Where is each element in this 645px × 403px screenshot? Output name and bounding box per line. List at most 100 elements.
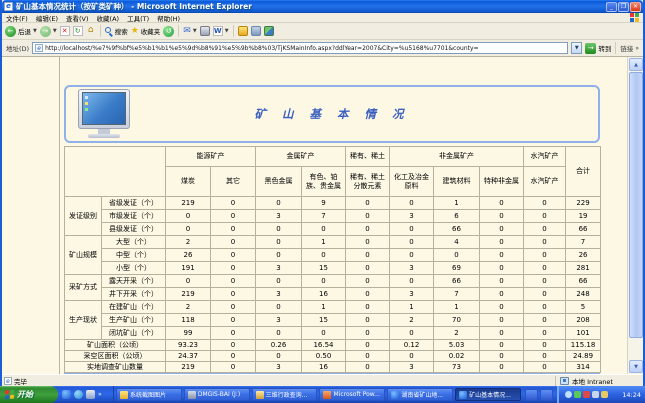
data-cell: 26: [566, 249, 601, 262]
data-cell: 0.50: [302, 351, 346, 362]
data-cell: 6: [434, 210, 480, 223]
address-dropdown-icon[interactable]: ▼: [571, 42, 582, 54]
quick-launch: »: [58, 386, 114, 403]
menu-favorites[interactable]: 收藏(A): [97, 13, 120, 23]
table-row: 实地调查矿山数量2190316037300314: [65, 362, 601, 373]
data-cell: 0: [480, 197, 524, 210]
data-cell: 3: [390, 262, 434, 275]
toolbar-separator: [178, 25, 179, 37]
browser-window: e 矿山基本情况统计（按矿类矿种） - Microsoft Internet E…: [0, 0, 645, 386]
data-cell: 0.12: [390, 340, 434, 351]
menu-tools[interactable]: 工具(T): [127, 13, 149, 23]
home-button[interactable]: ⌂: [86, 26, 96, 36]
mail-button[interactable]: ✉ ▼: [183, 26, 196, 36]
vertical-scrollbar[interactable]: ▲ ▼: [627, 57, 643, 374]
data-cell: 2: [390, 314, 434, 327]
table-row: 中型（个）260000000026: [65, 249, 601, 262]
task-button-3d-query[interactable]: 三维行政查询...: [252, 388, 318, 401]
data-cell: 3: [390, 288, 434, 301]
favorites-button[interactable]: ★ 收藏夹: [131, 26, 161, 36]
quicklaunch-desktop-icon[interactable]: [86, 390, 95, 399]
col-group-header: 能源矿产: [166, 147, 256, 167]
screen: e 矿山基本情况统计（按矿类矿种） - Microsoft Internet E…: [0, 0, 645, 403]
research-button[interactable]: [251, 26, 261, 36]
data-cell: 219: [166, 288, 211, 301]
row-label: 实地调查矿山数量: [65, 362, 166, 373]
data-cell: 191: [166, 262, 211, 275]
print-icon: [200, 26, 210, 36]
tray-volume-icon[interactable]: [601, 391, 608, 398]
data-cell: 1: [302, 301, 346, 314]
data-cell: 0: [166, 275, 211, 288]
data-cell: 2: [166, 301, 211, 314]
data-cell: 229: [566, 197, 601, 210]
col-group-header: 稀有、稀土: [346, 147, 390, 167]
title-bar[interactable]: e 矿山基本情况统计（按矿类矿种） - Microsoft Internet E…: [2, 0, 643, 13]
back-dropdown-icon[interactable]: ▼: [33, 28, 37, 34]
stop-button[interactable]: ✕: [60, 26, 70, 36]
data-cell: 93.23: [166, 340, 211, 351]
msn-button[interactable]: [264, 26, 274, 36]
task-button-mine-info-active[interactable]: 矿山基本情况...: [455, 388, 521, 401]
quicklaunch-chevron-icon[interactable]: »: [98, 391, 102, 398]
links-chevron-icon: »: [635, 45, 639, 52]
data-cell: 208: [566, 314, 601, 327]
menu-help[interactable]: 帮助(H): [157, 13, 180, 23]
menu-view[interactable]: 查看(V): [66, 13, 89, 23]
restore-button[interactable]: ❐: [618, 2, 629, 12]
data-cell: 314: [566, 362, 601, 373]
quicklaunch-ie-icon[interactable]: [62, 390, 71, 399]
table-row: 发证级别省级发证（个）21900900100229: [65, 197, 601, 210]
menu-file[interactable]: 文件(F): [6, 13, 28, 23]
print-button[interactable]: [200, 26, 210, 36]
refresh-icon: ↻: [73, 26, 83, 36]
scrollbar-thumb[interactable]: [629, 72, 643, 338]
tray-antivirus-icon[interactable]: [574, 391, 581, 398]
total-column-header: 合计: [566, 147, 601, 197]
tray-language-icon[interactable]: [565, 391, 572, 398]
data-cell: 118: [166, 314, 211, 327]
mini-printer-button[interactable]: [525, 389, 538, 401]
history-button[interactable]: ↺: [163, 26, 174, 37]
col-header: 其它: [211, 167, 256, 197]
data-cell: 1: [302, 236, 346, 249]
task-button-powerpoint[interactable]: Microsoft Pow...: [319, 388, 385, 401]
table-row: 采空区面积（公顷）24.37000.50000.020024.89: [65, 351, 601, 362]
links-button[interactable]: 链接 »: [620, 43, 639, 53]
tray-network-icon[interactable]: [592, 391, 599, 398]
research-icon: [251, 26, 261, 36]
mail-dropdown-icon[interactable]: ▼: [193, 28, 197, 34]
data-cell: 0: [480, 236, 524, 249]
address-input[interactable]: e http://localhost/%e7%9f%bf%e5%b1%b1%e5…: [32, 42, 568, 54]
edit-button[interactable]: W ▼: [213, 26, 229, 36]
data-cell: 0: [256, 327, 302, 340]
tray-clock[interactable]: 14:24: [622, 391, 641, 399]
mini-device-button[interactable]: [540, 389, 553, 401]
intranet-zone-icon: [560, 377, 569, 385]
forward-button[interactable]: → ▼: [40, 26, 57, 37]
row-group-label: 矿山规模: [65, 236, 102, 275]
address-label: 地址(D): [6, 43, 29, 53]
edit-dropdown-icon[interactable]: ▼: [225, 28, 229, 34]
task-button-hunan-mine[interactable]: 湖南省矿山地...: [387, 388, 453, 401]
task-button-folder[interactable]: 系统截图图片: [116, 388, 182, 401]
data-cell: 0: [390, 223, 434, 236]
tray-security-icon[interactable]: [583, 391, 590, 398]
menu-edit[interactable]: 编辑(E): [36, 13, 58, 23]
scroll-down-icon[interactable]: ▼: [629, 360, 643, 373]
data-cell: 0: [346, 362, 390, 373]
row-label: 闭坑矿山（个）: [102, 327, 166, 340]
quicklaunch-msn-icon[interactable]: [74, 390, 83, 399]
back-button[interactable]: ← 后退 ▼: [5, 26, 37, 37]
refresh-button[interactable]: ↻: [73, 26, 83, 36]
forward-dropdown-icon[interactable]: ▼: [53, 28, 57, 34]
status-text: 完毕: [14, 376, 27, 386]
close-button[interactable]: ✕: [630, 2, 641, 12]
start-button[interactable]: 开始: [0, 386, 58, 403]
task-button-drive[interactable]: DMGIS-BAI (J:): [184, 388, 250, 401]
messenger-button[interactable]: [238, 26, 248, 36]
go-button[interactable]: → 转到: [585, 43, 611, 54]
minimize-button[interactable]: _: [606, 2, 617, 12]
scroll-up-icon[interactable]: ▲: [629, 58, 643, 71]
search-button[interactable]: 搜索: [105, 26, 128, 36]
